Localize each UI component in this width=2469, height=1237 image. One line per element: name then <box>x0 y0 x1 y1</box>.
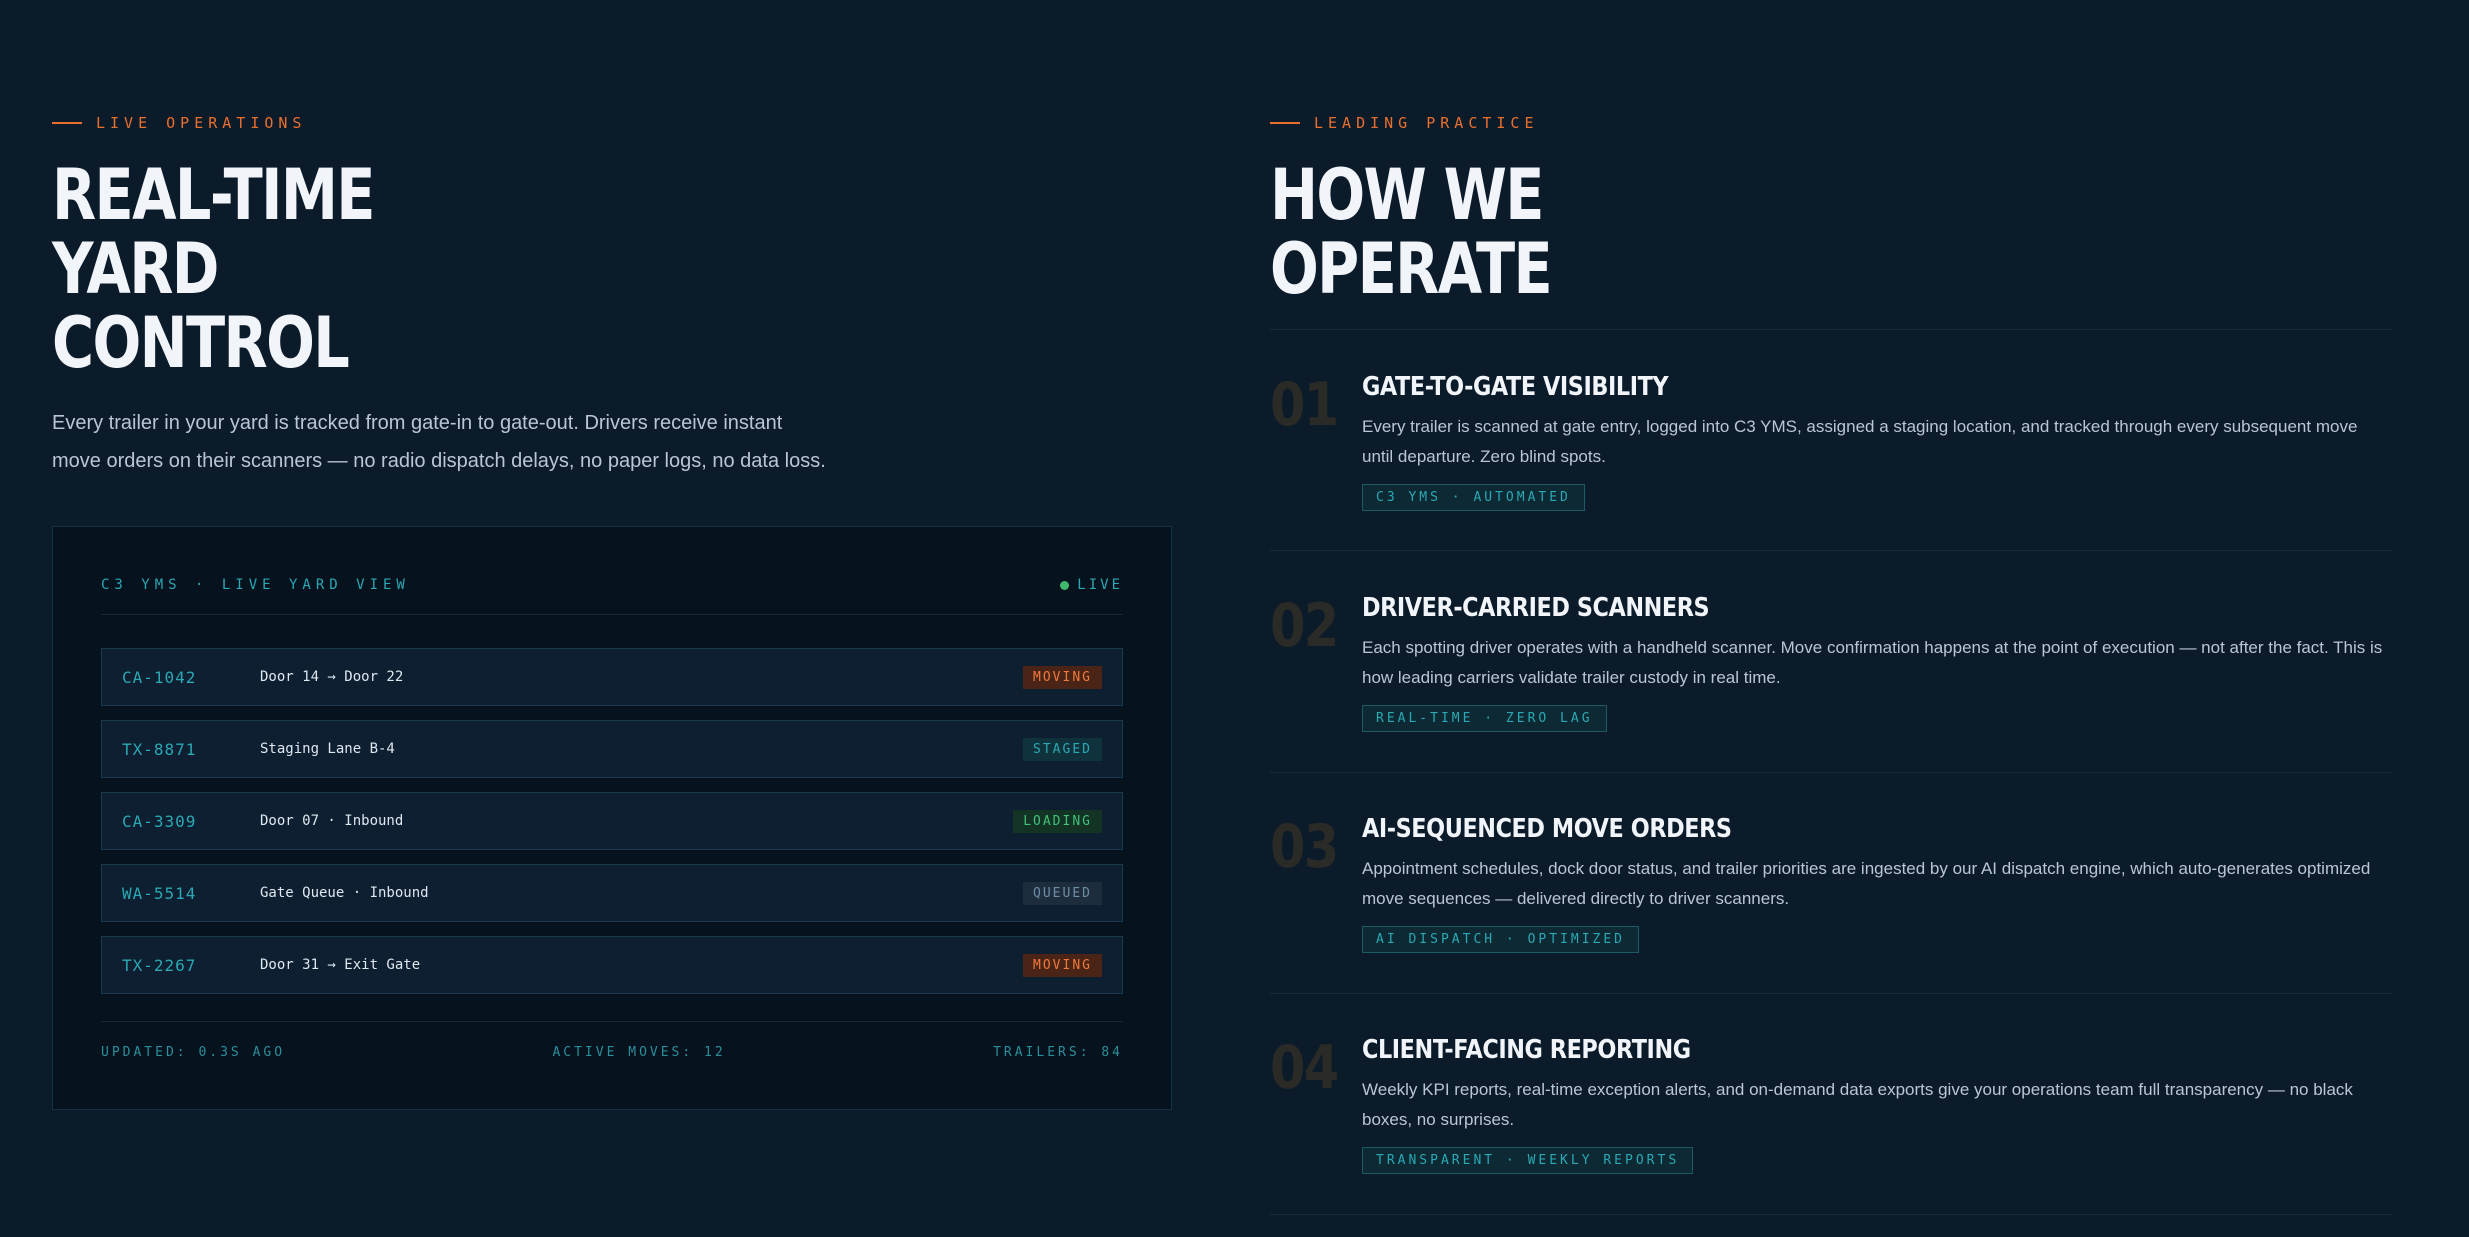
title-line: YARD <box>52 228 219 310</box>
eyebrow-label: LEADING PRACTICE <box>1314 114 1539 132</box>
panel-footer-divider <box>101 1021 1123 1022</box>
trailer-location: Door 31 → Exit Gate <box>260 957 421 973</box>
section-eyebrow: LIVE OPERATIONS <box>52 114 306 132</box>
panel-title: C3 YMS · LIVE YARD VIEW <box>101 577 410 593</box>
panel-divider <box>101 614 1123 615</box>
item-description: Every trailer is scanned at gate entry, … <box>1362 417 2358 466</box>
item-title: AI-SEQUENCED MOVE ORDERS <box>1362 814 1732 844</box>
trailer-location: Door 14 → Door 22 <box>260 669 404 685</box>
title-line: OPERATE <box>1270 228 1553 310</box>
item-tag: REAL-TIME · ZERO LAG <box>1362 705 1607 732</box>
item-divider <box>1270 329 2392 330</box>
trailer-id: TX-2267 <box>122 955 197 975</box>
trailer-row[interactable]: CA-3309 Door 07 · Inbound LOADING <box>101 792 1123 850</box>
item-tag: C3 YMS · AUTOMATED <box>1362 484 1585 511</box>
item-tag: AI DISPATCH · OPTIMIZED <box>1362 926 1640 953</box>
trailer-row[interactable]: CA-1042 Door 14 → Door 22 MOVING <box>101 648 1123 706</box>
status-badge: MOVING <box>1023 665 1102 689</box>
item-number: 04 <box>1270 1033 1339 1103</box>
panel-footer: UPDATED: 0.3S AGO ACTIVE MOVES: 12 TRAIL… <box>101 1045 1123 1060</box>
eyebrow-label: LIVE OPERATIONS <box>96 114 307 132</box>
eyebrow-rule <box>52 122 82 124</box>
item-divider <box>1270 1214 2392 1215</box>
section-title: HOW WE OPERATE <box>1270 154 1553 310</box>
live-dot-icon <box>1060 580 1070 590</box>
trailer-row[interactable]: WA-5514 Gate Queue · Inbound QUEUED <box>101 864 1123 922</box>
intro-paragraph: Every trailer in your yard is tracked fr… <box>52 412 826 472</box>
item-number: 02 <box>1270 591 1339 661</box>
updated-status: UPDATED: 0.3S AGO <box>101 1045 286 1060</box>
item-description: Each spotting driver operates with a han… <box>1362 638 2383 687</box>
status-badge: QUEUED <box>1023 881 1102 905</box>
trailers-count: TRAILERS: 84 <box>993 1045 1123 1060</box>
item-number: 01 <box>1270 370 1339 440</box>
live-label: LIVE <box>1077 577 1123 593</box>
item-title: CLIENT-FACING REPORTING <box>1362 1035 1691 1065</box>
trailer-row[interactable]: TX-2267 Door 31 → Exit Gate MOVING <box>101 936 1123 994</box>
title-line: REAL-TIME <box>52 154 376 236</box>
status-badge: STAGED <box>1023 737 1102 761</box>
status-badge: MOVING <box>1023 953 1102 977</box>
live-yard-view-panel: C3 YMS · LIVE YARD VIEW LIVE CA-1042 Doo… <box>52 526 1172 1110</box>
live-indicator: LIVE <box>1060 577 1123 593</box>
item-divider <box>1270 772 2392 773</box>
trailer-row[interactable]: TX-8871 Staging Lane B-4 STAGED <box>101 720 1123 778</box>
item-description: Weekly KPI reports, real-time exception … <box>1362 1080 2353 1129</box>
title-line: HOW WE <box>1270 154 1544 236</box>
trailer-location: Gate Queue · Inbound <box>260 885 429 901</box>
trailer-list: CA-1042 Door 14 → Door 22 MOVING TX-8871… <box>101 648 1123 1008</box>
section-eyebrow: LEADING PRACTICE <box>1270 114 1539 132</box>
item-divider <box>1270 550 2392 551</box>
trailer-location: Staging Lane B-4 <box>260 741 395 757</box>
trailer-id: CA-1042 <box>122 667 197 687</box>
item-description: Appointment schedules, dock door status,… <box>1362 859 2371 908</box>
title-line: CONTROL <box>52 302 350 384</box>
item-divider <box>1270 993 2392 994</box>
item-title: DRIVER-CARRIED SCANNERS <box>1362 593 1710 623</box>
item-number: 03 <box>1270 812 1339 882</box>
trailer-id: CA-3309 <box>122 811 197 831</box>
trailer-location: Door 07 · Inbound <box>260 813 404 829</box>
item-title: GATE-TO-GATE VISIBILITY <box>1362 372 1669 402</box>
trailer-id: WA-5514 <box>122 883 197 903</box>
trailer-id: TX-8871 <box>122 739 197 759</box>
item-tag: TRANSPARENT · WEEKLY REPORTS <box>1362 1147 1694 1174</box>
status-badge: LOADING <box>1013 809 1102 833</box>
active-moves-count: ACTIVE MOVES: 12 <box>552 1045 726 1060</box>
page-title: REAL-TIME YARD CONTROL <box>52 154 376 384</box>
panel-header: C3 YMS · LIVE YARD VIEW LIVE <box>101 577 1123 593</box>
eyebrow-rule <box>1270 122 1300 124</box>
